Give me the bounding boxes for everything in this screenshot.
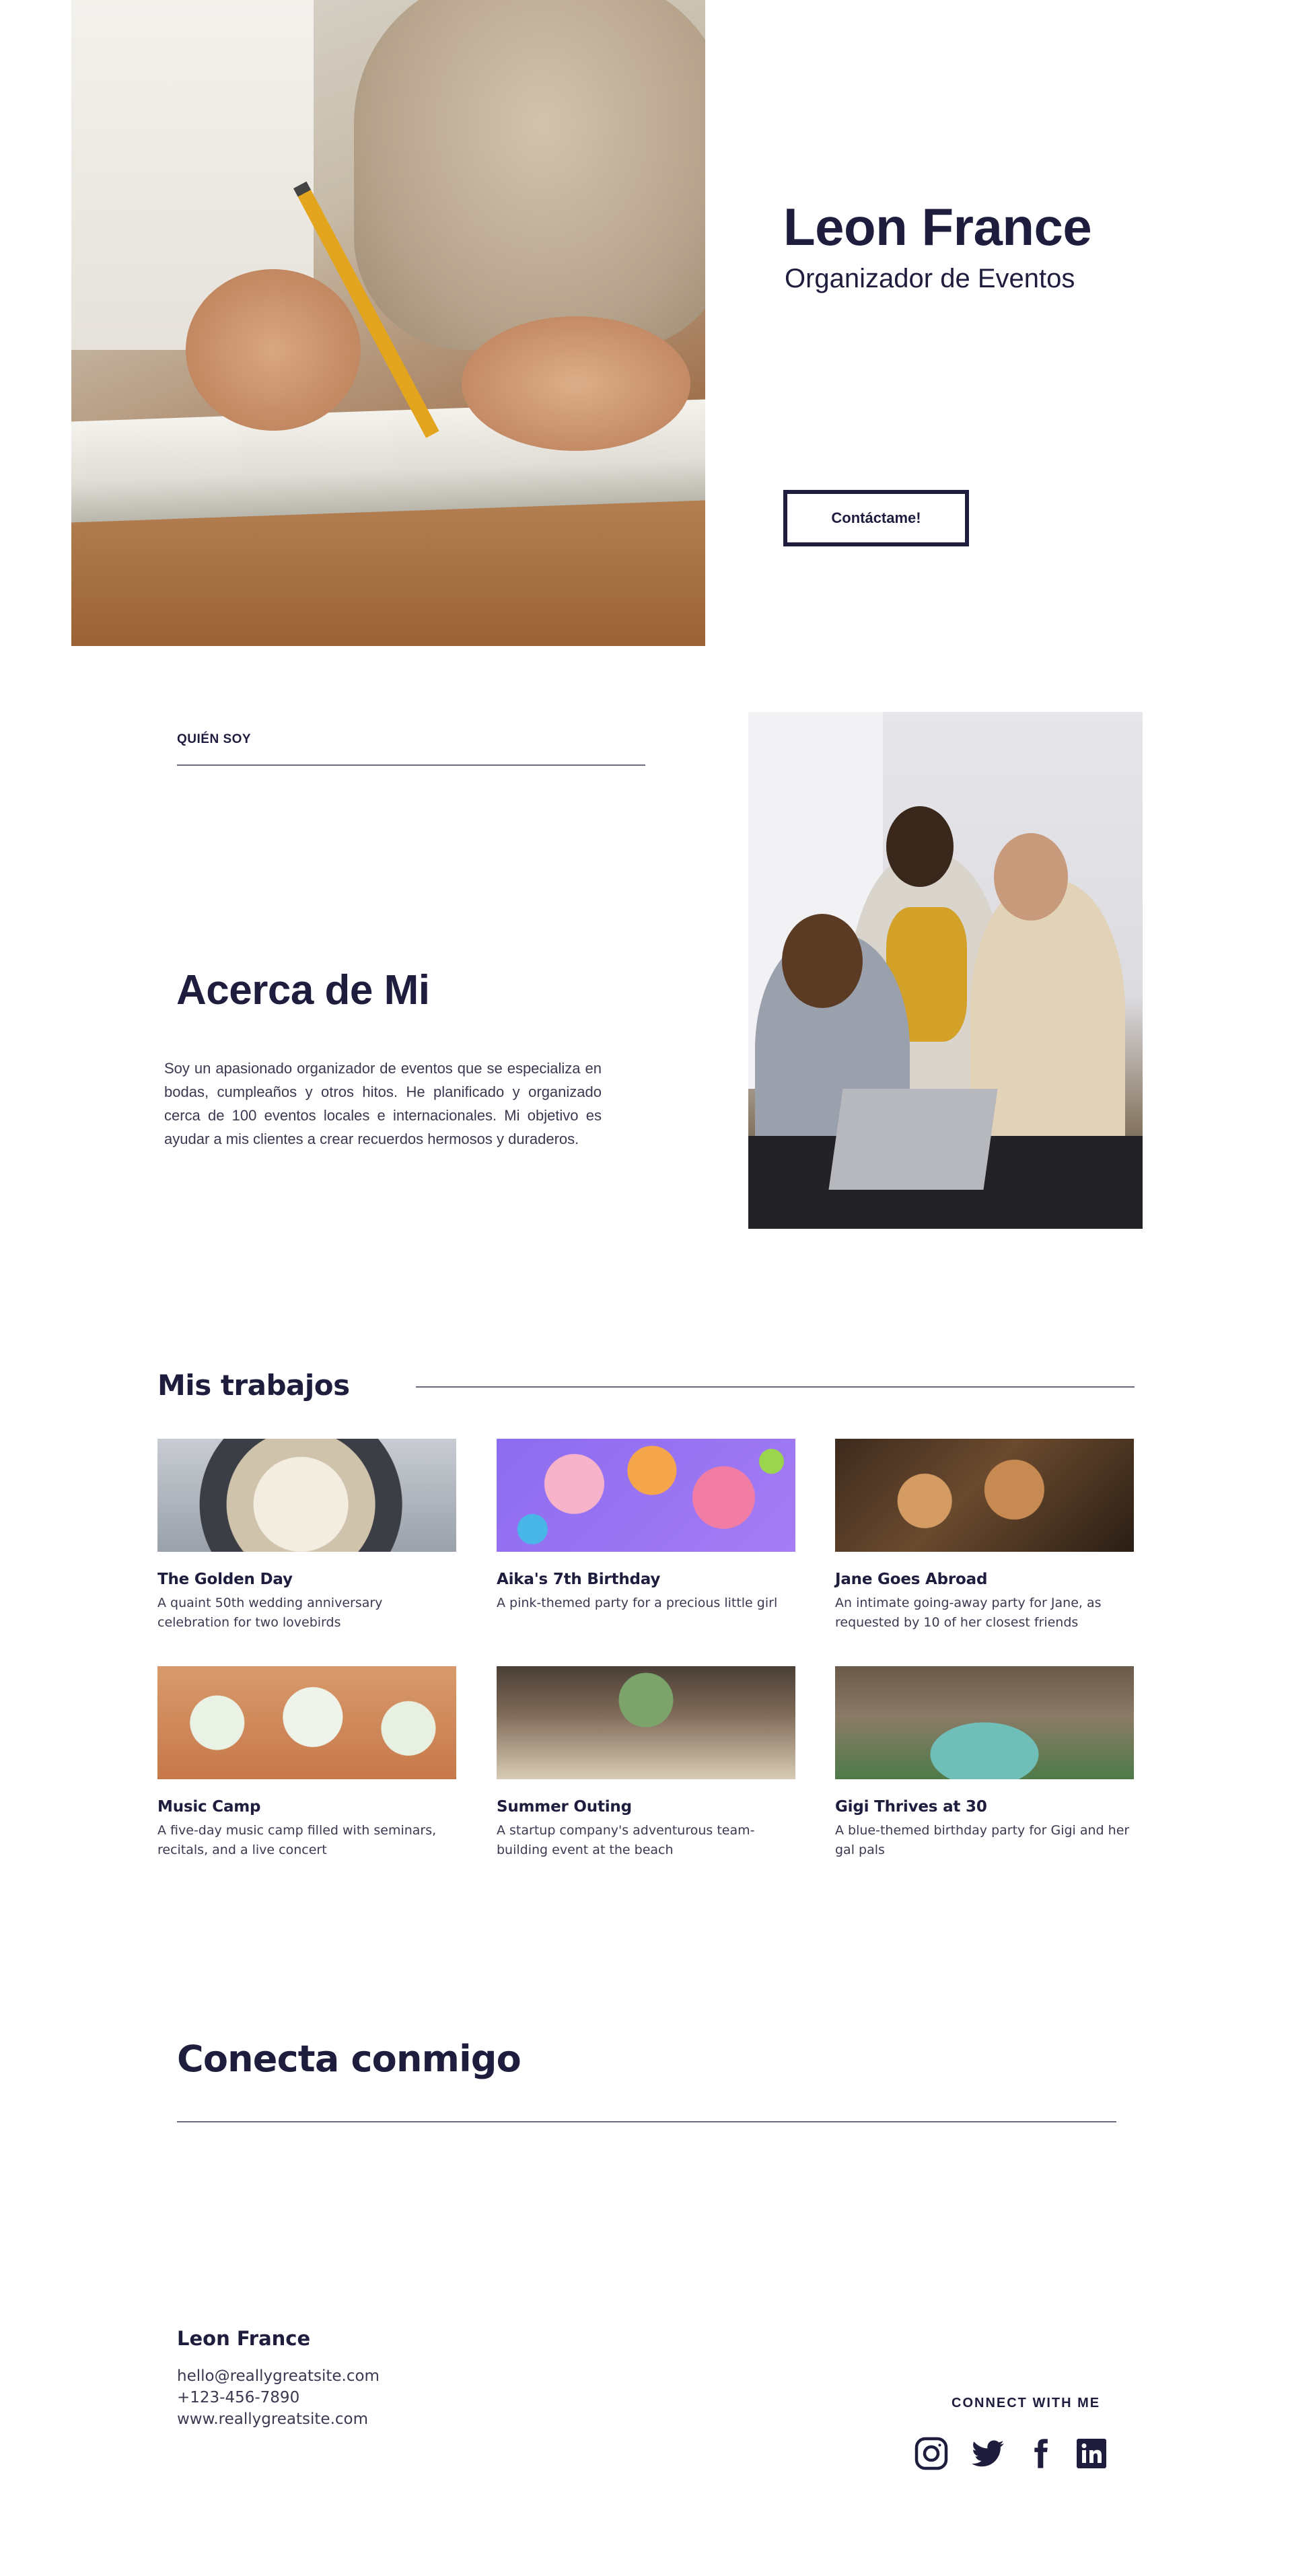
work-card[interactable]: Music Camp A five-day music camp filled …	[157, 1666, 456, 1860]
work-image[interactable]	[835, 1666, 1134, 1779]
about-text: Soy un apasionado organizador de eventos…	[164, 1060, 602, 1147]
work-title: Summer Outing	[497, 1798, 632, 1816]
divider	[177, 764, 645, 766]
divider	[416, 1386, 1135, 1388]
footer-website-link[interactable]: www.reallygreatsite.com	[177, 2410, 368, 2428]
work-description: A quaint 50th wedding anniversary celebr…	[157, 1596, 383, 1630]
work-title: Music Camp	[157, 1798, 261, 1816]
work-image[interactable]	[497, 1666, 795, 1779]
divider	[177, 2121, 1116, 2122]
work-title: Gigi Thrives at 30	[835, 1798, 987, 1816]
work-description: A blue-themed birthday party for Gigi an…	[835, 1823, 1130, 1857]
contact-button[interactable]: Contáctame!	[783, 490, 969, 546]
instagram-icon[interactable]	[914, 2436, 949, 2471]
work-description: An intimate going-away party for Jane, a…	[835, 1596, 1102, 1630]
work-image[interactable]	[157, 1439, 456, 1552]
work-description: A pink-themed party for a precious littl…	[497, 1596, 778, 1610]
linkedin-icon[interactable]	[1074, 2436, 1109, 2471]
connect-with-me-label: CONNECT WITH ME	[952, 2396, 1101, 2410]
work-image[interactable]	[497, 1439, 795, 1552]
work-title: Jane Goes Abroad	[835, 1571, 988, 1588]
work-description: A startup company's adventurous team-bui…	[497, 1823, 755, 1857]
team-photo	[748, 712, 1143, 1229]
footer-phone-link[interactable]: +123-456-7890	[177, 2389, 299, 2406]
work-image[interactable]	[835, 1439, 1134, 1552]
work-card[interactable]: Aika's 7th Birthday A pink-themed party …	[497, 1439, 795, 1613]
work-card[interactable]: Summer Outing A startup company's advent…	[497, 1666, 795, 1860]
connect-title: Conecta conmigo	[177, 2038, 522, 2080]
work-description: A five-day music camp filled with semina…	[157, 1823, 437, 1857]
work-card[interactable]: Jane Goes Abroad An intimate going-away …	[835, 1439, 1134, 1633]
footer-name: Leon France	[177, 2327, 311, 2350]
hero-role: Organizador de Eventos	[785, 264, 1075, 293]
about-title: Acerca de Mi	[176, 967, 430, 1013]
works-title: Mis trabajos	[157, 1369, 350, 1402]
about-kicker: QUIÉN SOY	[177, 732, 252, 746]
work-title: The Golden Day	[157, 1571, 293, 1588]
footer-email-link[interactable]: hello@reallygreatsite.com	[177, 2367, 380, 2385]
hero-name: Leon France	[783, 197, 1092, 256]
work-image[interactable]	[157, 1666, 456, 1779]
facebook-icon[interactable]	[1023, 2436, 1058, 2471]
hero-photo	[71, 0, 705, 646]
work-card[interactable]: The Golden Day A quaint 50th wedding ann…	[157, 1439, 456, 1633]
work-card[interactable]: Gigi Thrives at 30 A blue-themed birthda…	[835, 1666, 1134, 1860]
work-title: Aika's 7th Birthday	[497, 1571, 661, 1588]
twitter-icon[interactable]	[970, 2436, 1005, 2471]
